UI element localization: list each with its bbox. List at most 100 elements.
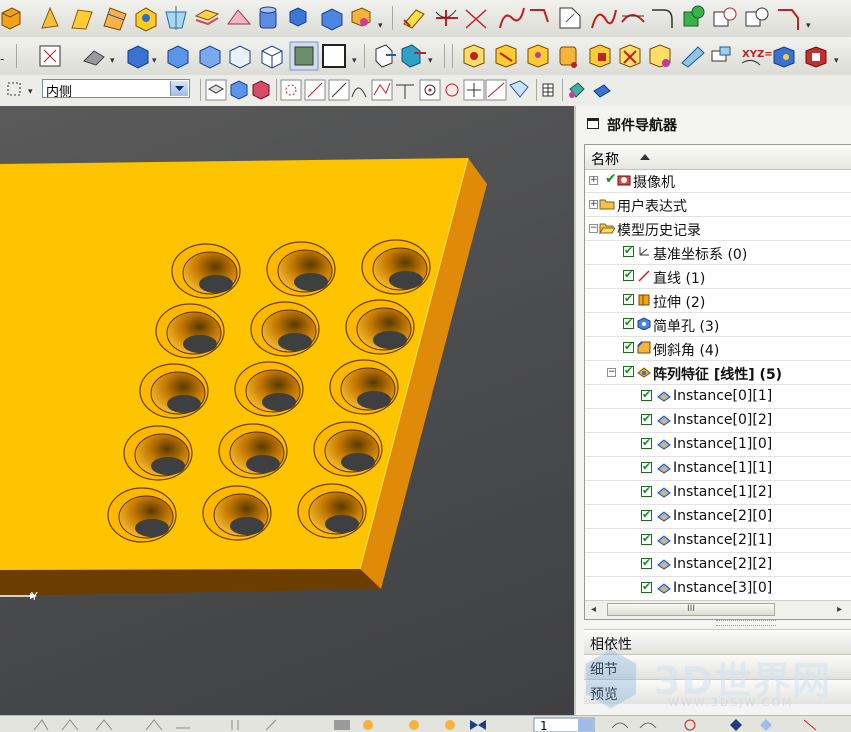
hidden-edges-icon[interactable] bbox=[261, 45, 283, 69]
cone-icon[interactable] bbox=[41, 6, 59, 29]
visibility-checkbox[interactable] bbox=[623, 244, 634, 257]
visibility-checkbox[interactable] bbox=[641, 556, 652, 569]
snap-arc-center-icon[interactable] bbox=[396, 84, 414, 99]
spinner-down-icon[interactable] bbox=[578, 719, 593, 731]
tree-node[interactable]: + ✔ 摄像机 bbox=[585, 169, 851, 193]
filter-body-icon[interactable] bbox=[205, 79, 227, 101]
tree-node[interactable]: Instance[1][0] bbox=[585, 433, 851, 457]
subtract-icon[interactable] bbox=[713, 7, 737, 27]
hole-instance[interactable] bbox=[123, 425, 193, 481]
move-object-icon[interactable] bbox=[375, 44, 396, 68]
filter-face-icon[interactable] bbox=[230, 80, 248, 100]
tree-node[interactable]: Instance[2][0] bbox=[585, 505, 851, 529]
snap-quadrant-icon[interactable] bbox=[445, 83, 459, 97]
chevron-down-icon[interactable] bbox=[170, 81, 188, 96]
fillet-tool-icon[interactable] bbox=[33, 719, 49, 731]
delete-tool-icon[interactable] bbox=[803, 719, 817, 731]
hex-pattern-icon[interactable] bbox=[289, 7, 307, 27]
mirror-tool-icon[interactable] bbox=[265, 719, 277, 731]
hole-instance[interactable] bbox=[218, 423, 288, 479]
datum-plane-icon[interactable] bbox=[711, 46, 731, 62]
layer-move-icon[interactable] bbox=[401, 44, 426, 68]
offset-curve-icon[interactable] bbox=[621, 14, 645, 23]
fit-view-icon[interactable] bbox=[39, 45, 61, 67]
analysis-icon[interactable] bbox=[684, 719, 696, 731]
expand-icon[interactable]: + bbox=[589, 200, 598, 209]
visibility-checkbox[interactable] bbox=[623, 268, 634, 281]
tree-node[interactable]: Instance[1][1] bbox=[585, 457, 851, 481]
tree-node[interactable]: Instance[1][2] bbox=[585, 481, 851, 505]
hole-instance[interactable] bbox=[313, 421, 383, 477]
visibility-checkbox[interactable] bbox=[641, 388, 652, 401]
offset-face-icon[interactable] bbox=[194, 9, 220, 26]
tree-node[interactable]: 简单孔 (3) bbox=[585, 313, 851, 337]
visibility-checkbox[interactable] bbox=[623, 292, 634, 305]
intersection-icon[interactable] bbox=[465, 9, 487, 29]
section-details[interactable]: 细节 bbox=[584, 654, 851, 679]
block-icon[interactable] bbox=[1, 7, 21, 30]
add-component-icon[interactable] bbox=[363, 720, 373, 730]
thicken-icon[interactable] bbox=[227, 9, 252, 25]
mate-component-icon[interactable] bbox=[445, 720, 455, 730]
sync-modeling-icon[interactable] bbox=[463, 44, 485, 68]
visibility-checkbox[interactable] bbox=[641, 484, 652, 497]
grid-icon[interactable] bbox=[542, 83, 554, 97]
dropdown-arrow-icon[interactable]: ▾ bbox=[110, 56, 115, 66]
dropdown-arrow-icon[interactable]: ▾ bbox=[152, 56, 157, 66]
view-front-icon[interactable] bbox=[167, 45, 189, 69]
render-style-icon[interactable] bbox=[83, 50, 105, 66]
sort-ascending-icon[interactable] bbox=[640, 154, 650, 160]
shape-icon[interactable] bbox=[730, 719, 742, 731]
tree-node[interactable]: Instance[3][0] bbox=[585, 577, 851, 601]
hole-instance[interactable] bbox=[297, 483, 367, 539]
shell-icon[interactable] bbox=[135, 7, 157, 32]
shaded-cube-icon[interactable] bbox=[127, 45, 149, 69]
navigator-tree[interactable]: 名称 + ✔ 摄像机 + 用户表达式 − 模型历史记录基准坐标系 (0) 直线 (1) 拉伸 (… bbox=[584, 144, 851, 620]
collapse-icon[interactable]: − bbox=[589, 224, 598, 233]
tree-node[interactable]: + 用户表达式 bbox=[585, 193, 851, 217]
hole-instance[interactable] bbox=[266, 241, 336, 297]
pull-face-icon[interactable] bbox=[527, 44, 549, 68]
snap-end-icon[interactable] bbox=[304, 79, 326, 101]
snap-control-icon[interactable] bbox=[351, 87, 367, 98]
spline-icon[interactable] bbox=[499, 7, 525, 29]
hole-instance[interactable] bbox=[139, 363, 209, 419]
expand-icon[interactable]: + bbox=[589, 176, 598, 185]
intersect-icon[interactable] bbox=[745, 7, 769, 27]
chamfer-curve-icon[interactable] bbox=[559, 7, 581, 29]
visibility-checkbox[interactable] bbox=[623, 364, 634, 377]
scroll-right-icon[interactable]: ▸ bbox=[837, 604, 842, 615]
tree-node[interactable]: − 模型历史记录 bbox=[585, 217, 851, 241]
visibility-checkbox[interactable] bbox=[641, 460, 652, 473]
sweep-tool-icon[interactable] bbox=[611, 722, 629, 729]
dropdown-arrow-icon[interactable]: ▾ bbox=[834, 56, 839, 66]
filter-feature-icon[interactable] bbox=[252, 80, 270, 100]
dropdown-arrow-icon[interactable]: ▾ bbox=[428, 56, 433, 66]
color-icon[interactable] bbox=[569, 82, 585, 98]
trim-curve-icon[interactable] bbox=[435, 9, 458, 26]
tree-node[interactable]: Instance[2][1] bbox=[585, 529, 851, 553]
fillet-curve-icon[interactable] bbox=[652, 9, 673, 28]
point-set-icon[interactable] bbox=[805, 46, 827, 68]
tree-node[interactable]: 拉伸 (2) bbox=[585, 289, 851, 313]
cylinder-icon[interactable] bbox=[259, 6, 277, 29]
view-tool-icon[interactable] bbox=[334, 720, 350, 730]
snap-on-curve-icon[interactable] bbox=[485, 79, 507, 101]
hole-instance[interactable] bbox=[171, 243, 241, 299]
dropdown-arrow-icon[interactable]: ▾ bbox=[352, 56, 357, 66]
curve-split-icon[interactable] bbox=[778, 9, 799, 30]
blend-tool-icon[interactable] bbox=[95, 719, 113, 731]
tree-node[interactable]: − 阵列特征 [线性] (5) bbox=[585, 361, 851, 385]
replace-face-icon[interactable] bbox=[589, 44, 611, 68]
helix-icon[interactable] bbox=[591, 9, 617, 29]
hole-instance[interactable] bbox=[361, 239, 431, 295]
visibility-checkbox[interactable] bbox=[641, 436, 652, 449]
fillet-side-select[interactable]: 内侧 bbox=[42, 79, 190, 100]
new-component-icon[interactable] bbox=[409, 720, 419, 730]
hole-instance[interactable] bbox=[250, 301, 320, 357]
section-dependencies[interactable]: 相依性 bbox=[584, 629, 851, 654]
snap-point-icon[interactable] bbox=[463, 79, 485, 101]
column-header-name[interactable]: 名称 bbox=[585, 145, 851, 170]
datum-csys-icon[interactable]: XYZ= bbox=[741, 49, 773, 66]
tree-node[interactable]: 直线 (1) bbox=[585, 265, 851, 289]
